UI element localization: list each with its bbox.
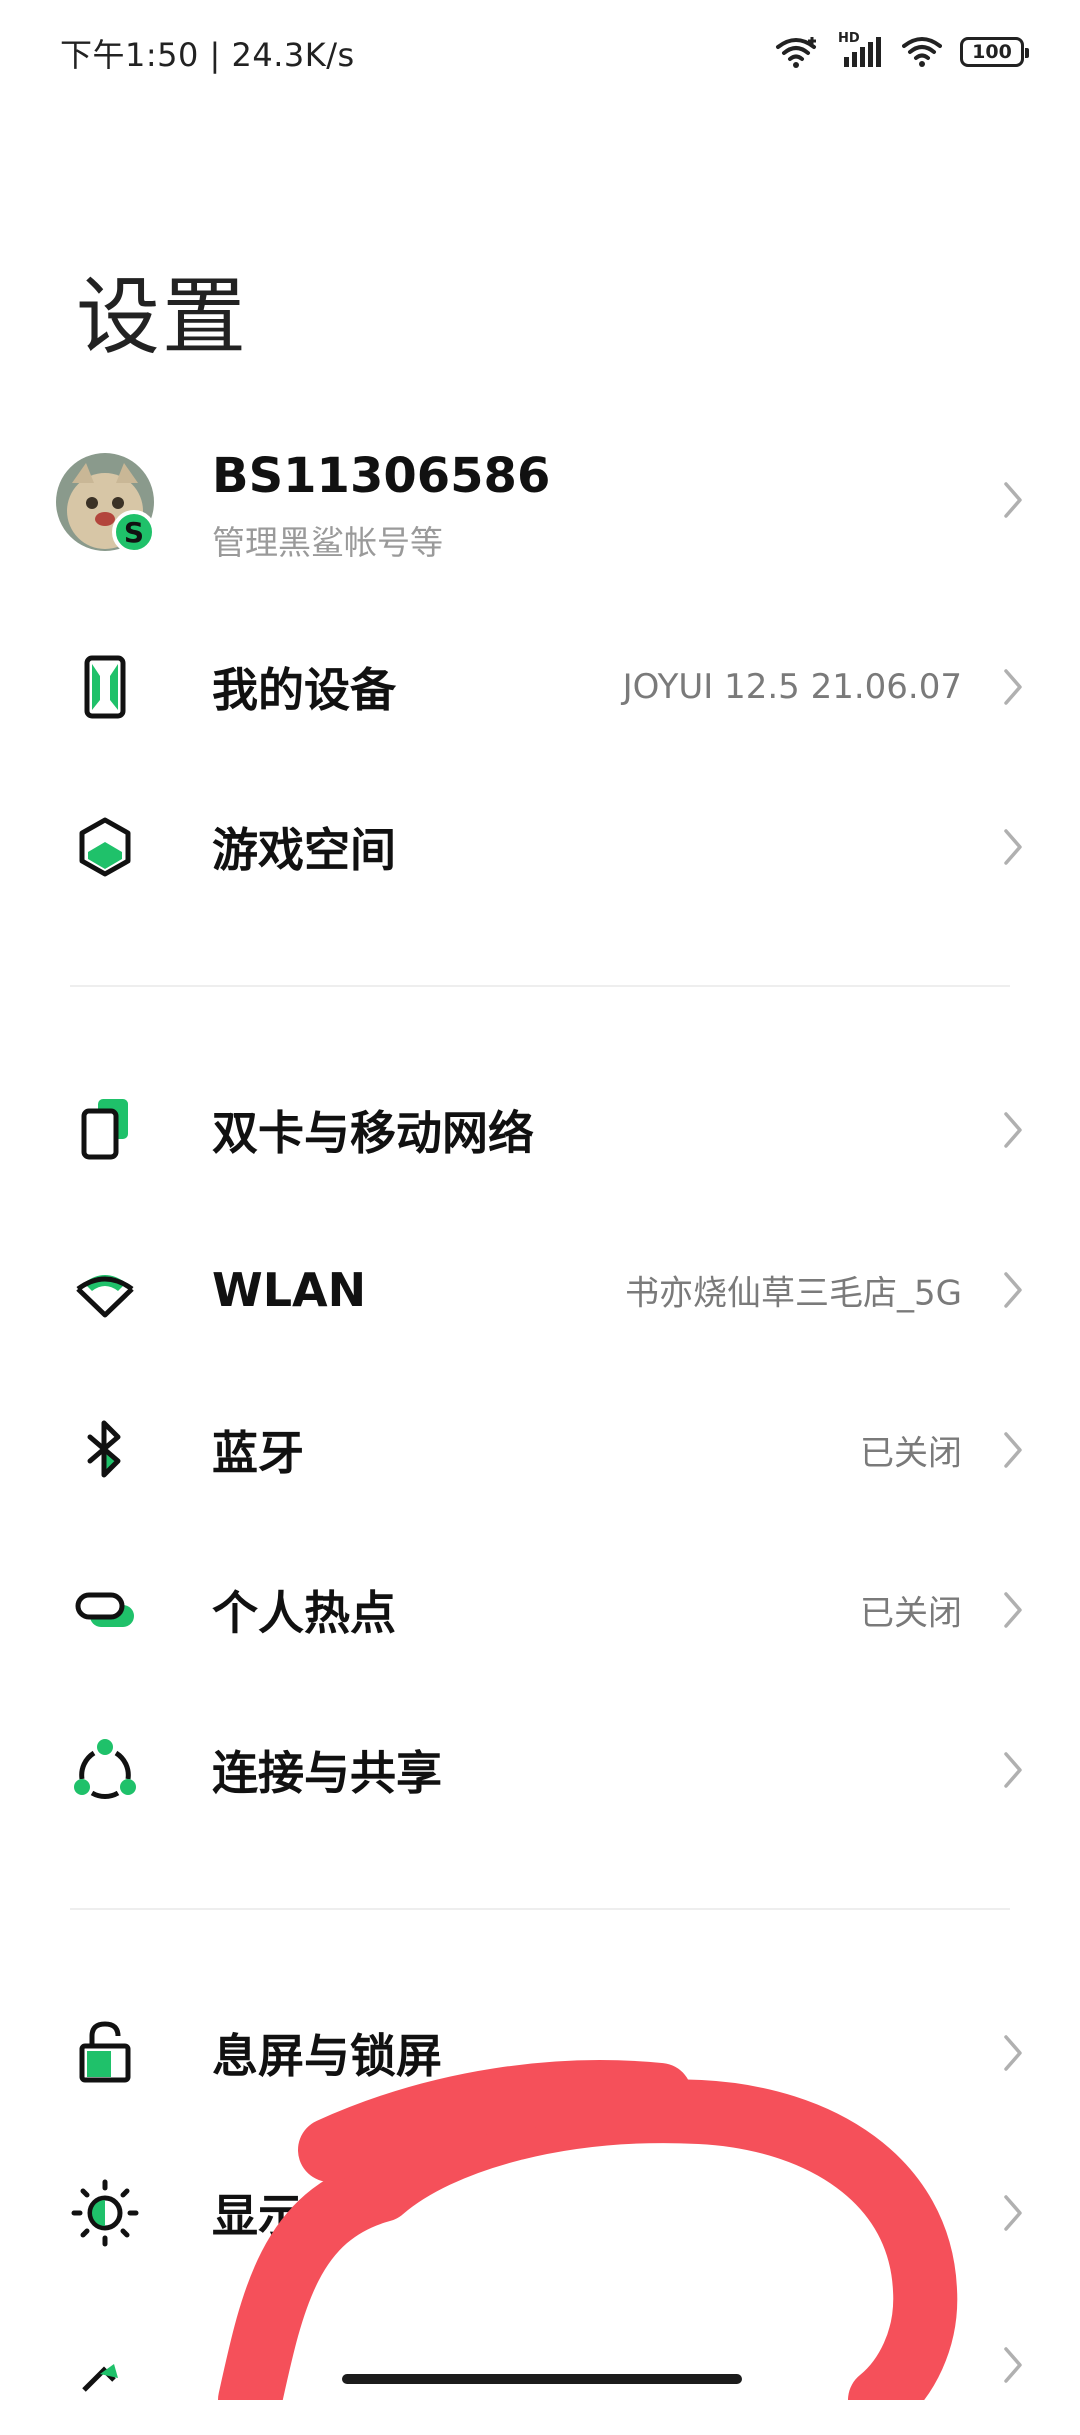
item-label: 蓝牙 (212, 1426, 304, 1480)
chevron-right-icon (1004, 1272, 1022, 1308)
phone-device-icon (84, 655, 126, 719)
settings-item-hotspot[interactable]: 个人热点 已关闭 (0, 1540, 1080, 1680)
item-label: 息屏与锁屏 (212, 2029, 442, 2083)
partial-item-icon (82, 2364, 118, 2392)
settings-item-sim-network[interactable]: 双卡与移动网络 (0, 1060, 1080, 1200)
page-title: 设置 (76, 268, 249, 366)
hotspot-icon (75, 1592, 134, 1627)
item-value: 已关闭 (860, 1593, 962, 1634)
game-space-icon (79, 817, 131, 877)
home-indicator[interactable] (342, 2374, 742, 2384)
chevron-right-icon (1004, 2195, 1022, 2231)
chevron-right-icon (1004, 1752, 1022, 1788)
settings-item-lock-screen[interactable]: 息屏与锁屏 (0, 1983, 1080, 2123)
settings-item-partial[interactable] (0, 2295, 1080, 2435)
settings-item-connection-sharing[interactable]: 连接与共享 (0, 1700, 1080, 1840)
item-value: 已关闭 (860, 1433, 962, 1474)
bluetooth-icon (87, 1420, 121, 1478)
item-label: 显示 (212, 2189, 304, 2243)
chevron-right-icon (1004, 2347, 1022, 2383)
chevron-right-icon (1004, 669, 1022, 705)
cell-signal-icon: HD (838, 31, 884, 69)
section-divider (70, 985, 1010, 987)
settings-item-bluetooth[interactable]: 蓝牙 已关闭 (0, 1380, 1080, 1520)
status-bar: 下午1:50 | 24.3K/s HD 100 (0, 0, 1080, 100)
wifi-calling-icon (776, 37, 816, 68)
item-value: 书亦烧仙草三毛店_5G (625, 1273, 962, 1314)
chevron-right-icon (1004, 482, 1022, 518)
settings-item-display[interactable]: 显示 (0, 2143, 1080, 2283)
item-label: 个人热点 (212, 1586, 396, 1640)
sim-card-icon (81, 1099, 128, 1160)
status-icons: HD 100 (774, 30, 1029, 74)
battery-icon: 100 (960, 37, 1029, 67)
settings-item-my-device[interactable]: 我的设备 JOYUI 12.5 21.06.07 (0, 617, 1080, 757)
settings-item-wlan[interactable]: WLAN 书亦烧仙草三毛店_5G (0, 1220, 1080, 1360)
chevron-right-icon (1004, 2035, 1022, 2071)
settings-item-game-space[interactable]: 游戏空间 (0, 777, 1080, 917)
share-icon (74, 1739, 136, 1799)
chevron-right-icon (1004, 1592, 1022, 1628)
section-divider (70, 1908, 1010, 1910)
item-label: 双卡与移动网络 (212, 1106, 534, 1160)
status-time-speed: 下午1:50 | 24.3K/s (60, 36, 355, 74)
lock-icon (79, 2021, 131, 2083)
wifi-icon (76, 1275, 134, 1318)
battery-level: 100 (972, 41, 1012, 63)
item-label: WLAN (212, 1263, 367, 1317)
display-brightness-icon (71, 2179, 139, 2247)
account-name: BS11306586 (212, 448, 551, 504)
item-label: 我的设备 (212, 663, 396, 717)
item-value: JOYUI 12.5 21.06.07 (622, 667, 962, 707)
account-subtitle: 管理黑鲨帐号等 (212, 523, 443, 562)
chevron-right-icon (1004, 829, 1022, 865)
chevron-right-icon (1004, 1432, 1022, 1468)
chevron-right-icon (1004, 1112, 1022, 1148)
item-label: 游戏空间 (212, 823, 396, 877)
item-label: 连接与共享 (212, 1746, 442, 1800)
wifi-status-icon (902, 37, 942, 67)
account-badge: S (112, 510, 156, 554)
